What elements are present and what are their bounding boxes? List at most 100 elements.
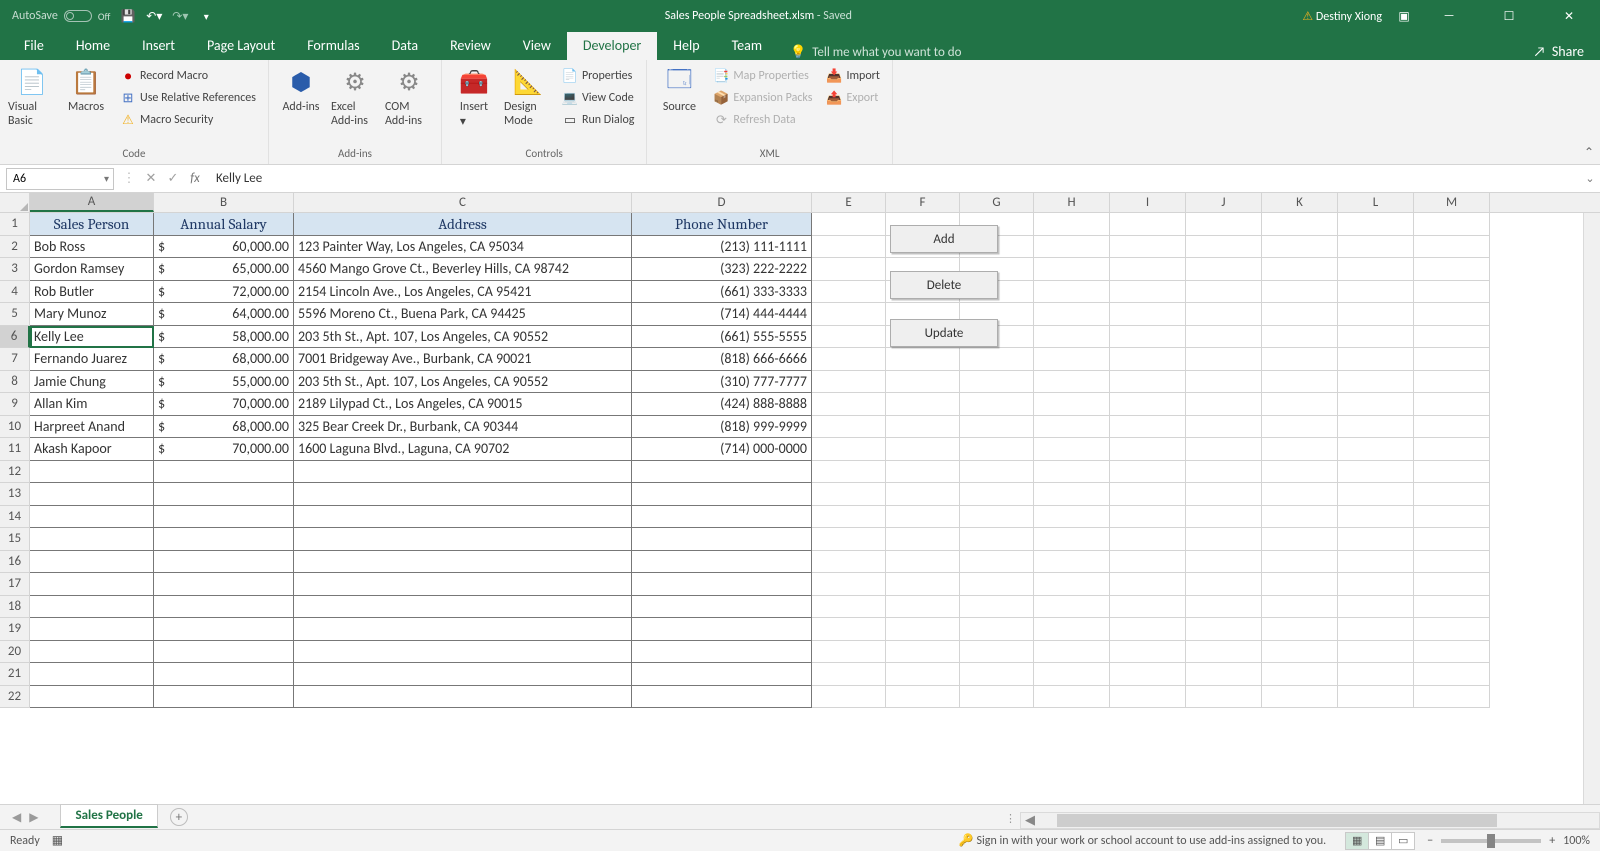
cell[interactable] bbox=[812, 236, 886, 259]
cell[interactable]: (323) 222-2222 bbox=[632, 258, 812, 281]
cell[interactable] bbox=[30, 506, 154, 529]
cell[interactable]: Phone Number bbox=[632, 213, 812, 236]
row-header[interactable]: 17 bbox=[0, 573, 30, 596]
cell[interactable] bbox=[1262, 461, 1338, 484]
cell[interactable]: $72,000.00 bbox=[154, 281, 294, 304]
cell[interactable] bbox=[1338, 281, 1414, 304]
visual-basic-button[interactable]: 📄Visual Basic bbox=[8, 64, 56, 128]
cell[interactable] bbox=[960, 506, 1034, 529]
tab-nav-next-icon[interactable]: ▶ bbox=[29, 810, 38, 825]
cell[interactable] bbox=[30, 641, 154, 664]
collapse-ribbon-icon[interactable]: ⌃ bbox=[1584, 145, 1594, 160]
cell[interactable] bbox=[1262, 281, 1338, 304]
cell[interactable] bbox=[1186, 663, 1262, 686]
cell[interactable] bbox=[154, 596, 294, 619]
cell[interactable] bbox=[1034, 393, 1110, 416]
cell[interactable] bbox=[886, 573, 960, 596]
cell[interactable] bbox=[812, 303, 886, 326]
cell[interactable] bbox=[1110, 303, 1186, 326]
cell[interactable]: (661) 555-5555 bbox=[632, 326, 812, 349]
row-header[interactable]: 11 bbox=[0, 438, 30, 461]
cell[interactable] bbox=[1186, 213, 1262, 236]
cell[interactable] bbox=[154, 506, 294, 529]
cell[interactable] bbox=[1110, 438, 1186, 461]
tab-split-icon[interactable]: ⋮ bbox=[1005, 812, 1016, 825]
zoom-out-button[interactable]: − bbox=[1427, 834, 1433, 848]
cell[interactable] bbox=[812, 596, 886, 619]
cell[interactable] bbox=[886, 506, 960, 529]
cell[interactable] bbox=[1414, 281, 1490, 304]
cell[interactable] bbox=[1034, 438, 1110, 461]
cell[interactable] bbox=[294, 551, 632, 574]
cell[interactable] bbox=[294, 528, 632, 551]
update-button[interactable]: Update bbox=[890, 319, 998, 347]
cell[interactable] bbox=[1186, 281, 1262, 304]
cell[interactable] bbox=[886, 686, 960, 709]
cell[interactable]: Allan Kim bbox=[30, 393, 154, 416]
cell[interactable] bbox=[812, 213, 886, 236]
cell[interactable]: Jamie Chung bbox=[30, 371, 154, 394]
cell[interactable] bbox=[886, 641, 960, 664]
cell[interactable] bbox=[812, 483, 886, 506]
cell[interactable] bbox=[1414, 551, 1490, 574]
select-all-corner[interactable] bbox=[0, 193, 30, 212]
zoom-slider[interactable] bbox=[1441, 839, 1541, 843]
record-macro-button[interactable]: ●Record Macro bbox=[116, 66, 260, 86]
cell[interactable] bbox=[1110, 551, 1186, 574]
cell[interactable] bbox=[960, 641, 1034, 664]
cell[interactable] bbox=[1110, 326, 1186, 349]
row-header[interactable]: 4 bbox=[0, 281, 30, 304]
cell[interactable]: (424) 888-8888 bbox=[632, 393, 812, 416]
cell[interactable] bbox=[812, 551, 886, 574]
cell[interactable] bbox=[1414, 596, 1490, 619]
tab-team[interactable]: Team bbox=[716, 32, 778, 60]
cell[interactable]: 2189 Lilypad Ct., Los Angeles, CA 90015 bbox=[294, 393, 632, 416]
cell[interactable] bbox=[1414, 506, 1490, 529]
cell[interactable] bbox=[1186, 461, 1262, 484]
cell[interactable] bbox=[1034, 573, 1110, 596]
cell[interactable] bbox=[886, 438, 960, 461]
cell[interactable] bbox=[1338, 686, 1414, 709]
cell[interactable] bbox=[1034, 686, 1110, 709]
cell[interactable]: (213) 111-1111 bbox=[632, 236, 812, 259]
cell[interactable] bbox=[154, 641, 294, 664]
cell[interactable] bbox=[1338, 371, 1414, 394]
cell[interactable] bbox=[1262, 371, 1338, 394]
cell[interactable] bbox=[1262, 686, 1338, 709]
cell[interactable] bbox=[1338, 641, 1414, 664]
tab-data[interactable]: Data bbox=[376, 32, 434, 60]
cell[interactable] bbox=[1110, 573, 1186, 596]
cell[interactable] bbox=[1034, 528, 1110, 551]
cell[interactable]: (310) 777-7777 bbox=[632, 371, 812, 394]
cell[interactable]: 123 Painter Way, Los Angeles, CA 95034 bbox=[294, 236, 632, 259]
enter-formula-icon[interactable]: ✓ bbox=[162, 171, 184, 186]
cell[interactable] bbox=[30, 483, 154, 506]
cell[interactable] bbox=[1338, 393, 1414, 416]
column-header[interactable]: E bbox=[812, 193, 886, 212]
cell[interactable] bbox=[30, 596, 154, 619]
map-properties-button[interactable]: 📑Map Properties bbox=[709, 66, 816, 86]
cell[interactable] bbox=[1262, 663, 1338, 686]
cell[interactable] bbox=[1110, 483, 1186, 506]
cell[interactable] bbox=[1110, 528, 1186, 551]
cell[interactable] bbox=[1110, 258, 1186, 281]
cell[interactable] bbox=[632, 641, 812, 664]
cell[interactable] bbox=[1414, 236, 1490, 259]
cell[interactable] bbox=[1414, 641, 1490, 664]
cell[interactable]: $68,000.00 bbox=[154, 348, 294, 371]
expansion-packs-button[interactable]: 📦Expansion Packs bbox=[709, 88, 816, 108]
horizontal-scrollbar[interactable]: ◀ bbox=[1020, 812, 1600, 829]
undo-icon[interactable]: ↶▾ bbox=[146, 8, 162, 24]
xml-import-button[interactable]: 📥Import bbox=[822, 66, 883, 86]
cell[interactable] bbox=[1338, 663, 1414, 686]
cell[interactable] bbox=[1186, 551, 1262, 574]
view-normal-icon[interactable]: ▦ bbox=[1345, 832, 1369, 850]
cell[interactable] bbox=[886, 528, 960, 551]
cell[interactable] bbox=[1186, 326, 1262, 349]
save-icon[interactable]: 💾 bbox=[120, 8, 136, 24]
new-sheet-button[interactable]: + bbox=[170, 808, 188, 826]
cell[interactable] bbox=[812, 461, 886, 484]
cell[interactable] bbox=[30, 461, 154, 484]
cell[interactable] bbox=[1034, 416, 1110, 439]
column-header[interactable]: C bbox=[294, 193, 632, 212]
